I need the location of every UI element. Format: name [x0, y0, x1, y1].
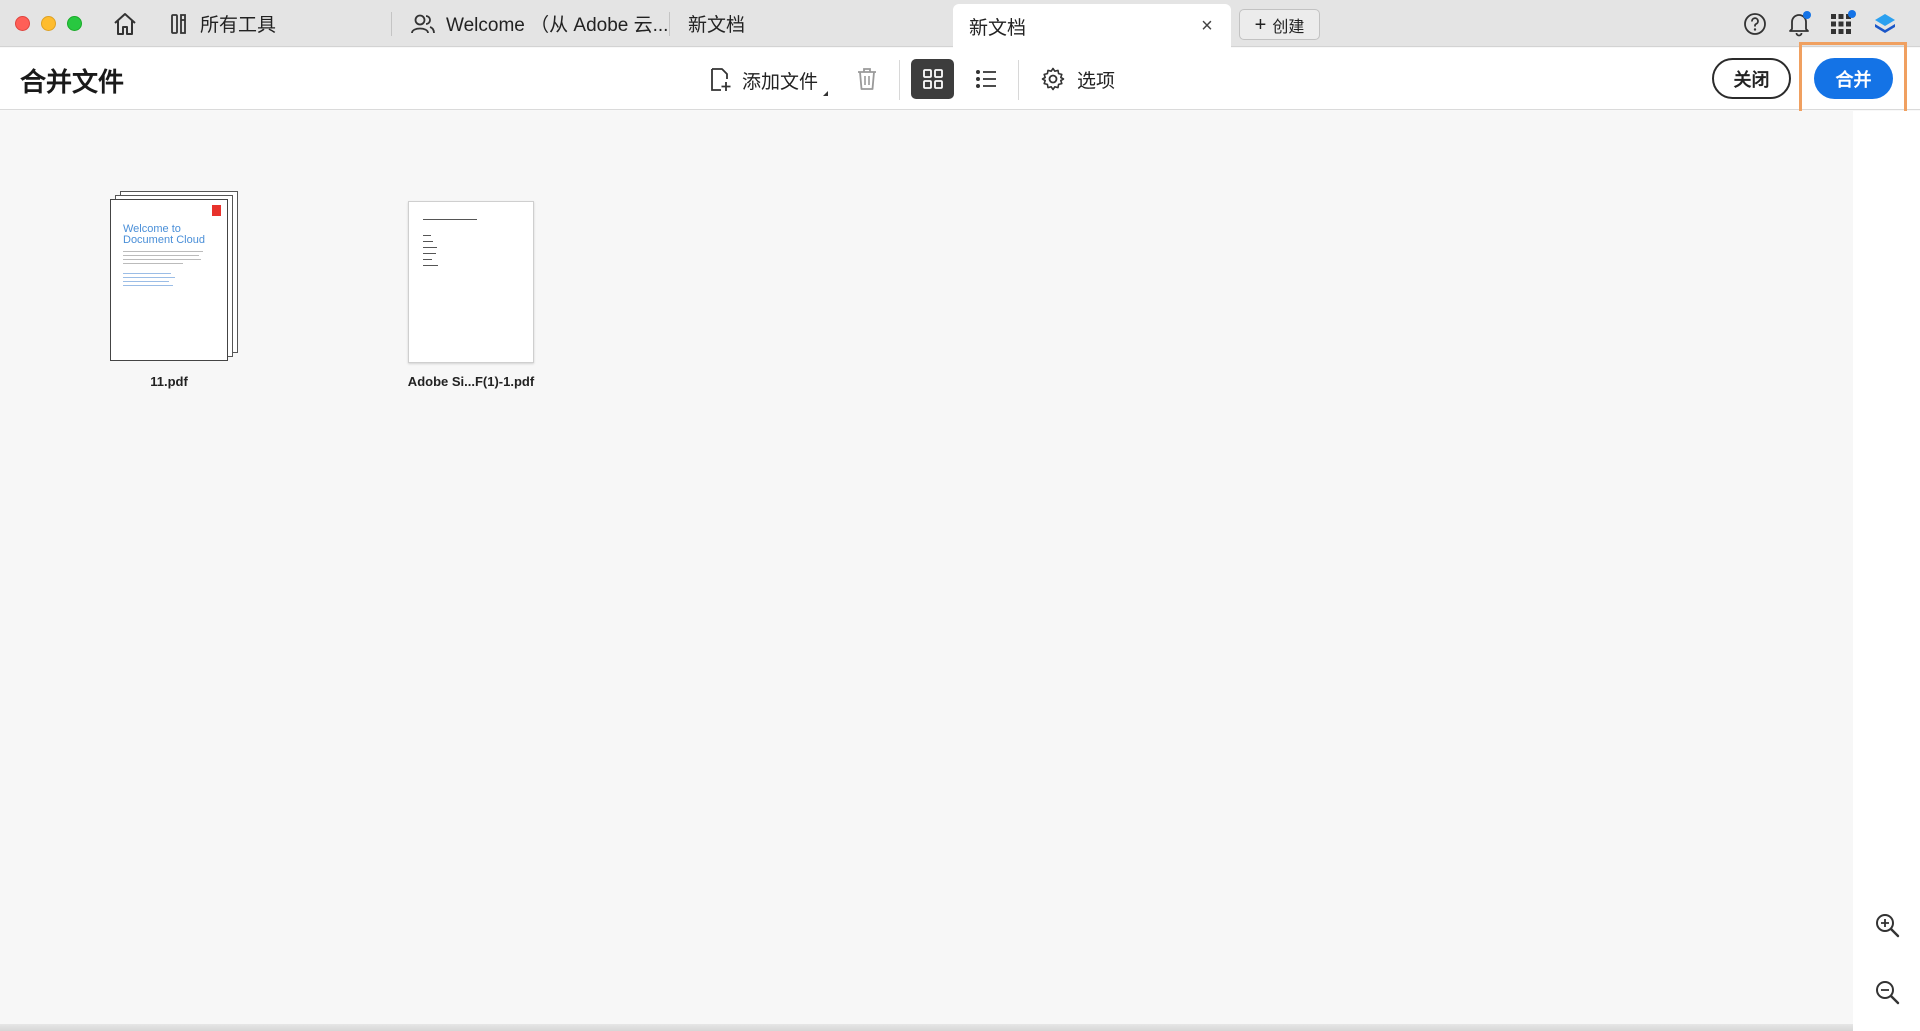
dropdown-caret-icon[interactable] [823, 91, 829, 96]
thumb-text-line [423, 241, 433, 242]
grid-view-button[interactable] [911, 59, 954, 99]
tab-new-document-1-label: 新文档 [688, 15, 746, 36]
tab-all-tools[interactable]: 所有工具 [160, 0, 392, 47]
file-thumbnail [408, 201, 534, 363]
file-card[interactable] [408, 201, 534, 371]
list-view-icon [976, 70, 996, 88]
toolbar-divider [899, 60, 900, 100]
zoom-out-icon [1876, 981, 1900, 1005]
zoom-in-button[interactable] [1870, 908, 1904, 942]
creative-cloud-button[interactable] [1870, 10, 1900, 38]
file-card[interactable]: Welcome to Document Cloud [110, 191, 240, 391]
thumb-text-line [123, 263, 183, 264]
help-button[interactable] [1741, 10, 1769, 38]
thumb-text-line [123, 285, 173, 286]
zoom-in-icon [1876, 914, 1900, 938]
layers-icon [1875, 14, 1895, 33]
shared-users-icon [411, 14, 435, 33]
tab-welcome[interactable]: Welcome （从 Adobe 云... [396, 0, 670, 47]
thumb-text-line [123, 277, 175, 278]
window-close-button[interactable] [15, 16, 30, 31]
tab-new-document-1[interactable]: 新文档 [674, 0, 952, 47]
tab-welcome-label: Welcome （从 Adobe 云... [446, 15, 669, 36]
merge-button-highlight [1799, 42, 1907, 115]
window-zoom-button[interactable] [67, 16, 82, 31]
thumb-text-line [123, 259, 201, 260]
thumb-text-line [423, 235, 431, 236]
tab-all-tools-label: 所有工具 [200, 15, 277, 36]
thumb-text-line [123, 273, 171, 274]
right-rail [1853, 111, 1920, 1031]
plus-icon: + [1254, 13, 1267, 36]
create-label: 创建 [1272, 18, 1305, 36]
add-files-label: 添加文件 [742, 71, 819, 93]
thumb-text-line [123, 281, 169, 282]
thumb-text-line [123, 255, 199, 256]
thumb-text-line [423, 265, 438, 266]
thumb-text-line [423, 253, 436, 254]
notification-dot [1803, 11, 1811, 19]
help-icon [1744, 13, 1766, 35]
gear-icon [1041, 67, 1065, 91]
options-button[interactable]: 选项 [1041, 63, 1115, 95]
list-view-button[interactable] [966, 59, 1006, 99]
toolbar-divider [1018, 60, 1019, 100]
thumb-text-line [423, 259, 432, 260]
apps-button[interactable] [1826, 10, 1856, 38]
trash-icon [858, 68, 876, 90]
bottom-scroll-edge [0, 1024, 1853, 1031]
page-title: 合并文件 [20, 67, 125, 97]
file-name: 11.pdf [150, 374, 188, 389]
options-label: 选项 [1077, 70, 1116, 92]
title-bar: 所有工具 Welcome （从 Adobe 云... 新文档 新文档 × + 创… [0, 0, 1920, 48]
thumb-text-line [423, 247, 437, 248]
file-thumbnail: Welcome to Document Cloud [110, 199, 228, 361]
create-button[interactable]: + 创建 [1239, 9, 1320, 40]
apps-dot [1848, 10, 1856, 18]
home-icon [114, 13, 136, 35]
delete-button[interactable] [853, 63, 881, 95]
add-file-icon [711, 68, 731, 91]
file-name: Adobe Si...F(1)-1.pdf [407, 374, 535, 389]
zoom-out-button[interactable] [1870, 975, 1904, 1009]
window-minimize-button[interactable] [41, 16, 56, 31]
home-button[interactable] [108, 8, 142, 40]
file-grid-area: Welcome to Document Cloud 11.pdf Adobe S… [0, 111, 1853, 1024]
tab-close-icon[interactable]: × [1195, 14, 1219, 38]
notifications-button[interactable] [1784, 10, 1814, 38]
tools-icon [171, 13, 186, 34]
close-button[interactable]: 关闭 [1712, 58, 1791, 99]
thumb-heading: Document Cloud [123, 234, 205, 246]
tab-new-document-2-active[interactable]: 新文档 × [953, 4, 1231, 48]
thumb-text-line [123, 251, 203, 252]
tab-new-document-2-label: 新文档 [969, 17, 1027, 39]
thumb-text-line [423, 219, 477, 220]
grid-view-icon [922, 69, 943, 89]
pdf-badge-icon [212, 205, 221, 216]
add-files-button[interactable]: 添加文件 [708, 64, 829, 96]
merge-toolbar: 合并文件 添加文件 选项 关闭 合并 [0, 48, 1920, 110]
